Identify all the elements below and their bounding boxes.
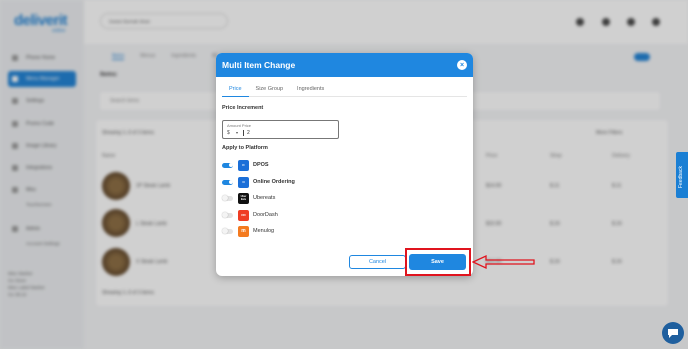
platform-toggle[interactable] [222, 179, 233, 185]
platform-label: Ubereats [253, 195, 276, 201]
tab-ingredients[interactable]: Ingredients [290, 85, 331, 97]
feedback-tab[interactable]: Feedback [676, 152, 688, 198]
online-ordering-logo-icon: O [238, 176, 249, 188]
platform-row-ubereats: Uber Eats Ubereats [222, 192, 275, 204]
amount-price-label: Amount Price [227, 123, 252, 128]
ubereats-logo-icon: Uber Eats [238, 192, 249, 204]
modal-title: Multi Item Change [222, 60, 296, 70]
tab-size-group[interactable]: Size Group [249, 85, 291, 97]
chat-launcher[interactable] [662, 322, 684, 344]
doordash-logo-icon: DD [238, 209, 249, 221]
close-icon[interactable]: × [457, 60, 467, 70]
platform-row-dpos: D DPOS [222, 159, 269, 171]
platform-toggle[interactable] [222, 162, 233, 168]
currency-select[interactable]: $ [227, 130, 230, 136]
amount-price-field[interactable]: Amount Price $ ▾ 2 [222, 120, 339, 139]
multi-item-change-modal: Multi Item Change × Price Size Group Ing… [216, 53, 473, 276]
tab-price[interactable]: Price [222, 85, 249, 97]
chevron-down-icon[interactable]: ▾ [236, 130, 238, 135]
modal-tabs: Price Size Group Ingredients [222, 85, 467, 97]
platform-label: Menulog [253, 228, 275, 234]
apply-to-platform-title: Apply to Platform [222, 145, 268, 151]
arrow-left-icon [472, 254, 535, 270]
platform-label: Online Ordering [253, 179, 295, 185]
dpos-logo-icon: D [238, 159, 249, 171]
platform-toggle[interactable] [222, 228, 233, 234]
price-increment-title: Price Increment [222, 105, 264, 111]
platform-row-online-ordering: O Online Ordering [222, 176, 295, 188]
save-highlight-box [405, 248, 471, 276]
chat-icon [668, 328, 678, 338]
cancel-button[interactable]: Cancel [349, 255, 406, 269]
platform-row-doordash: DD DoorDash [222, 209, 278, 221]
menulog-logo-icon: m [238, 225, 249, 237]
amount-price-input[interactable]: 2 [247, 130, 250, 136]
platform-toggle[interactable] [222, 195, 233, 201]
platform-toggle[interactable] [222, 212, 233, 218]
field-divider [243, 130, 244, 136]
platform-row-menulog: m Menulog [222, 225, 274, 237]
feedback-label: Feedback [678, 166, 684, 188]
platform-label: DPOS [253, 162, 269, 168]
modal-header: Multi Item Change × [216, 53, 473, 77]
platform-label: DoorDash [253, 212, 278, 218]
